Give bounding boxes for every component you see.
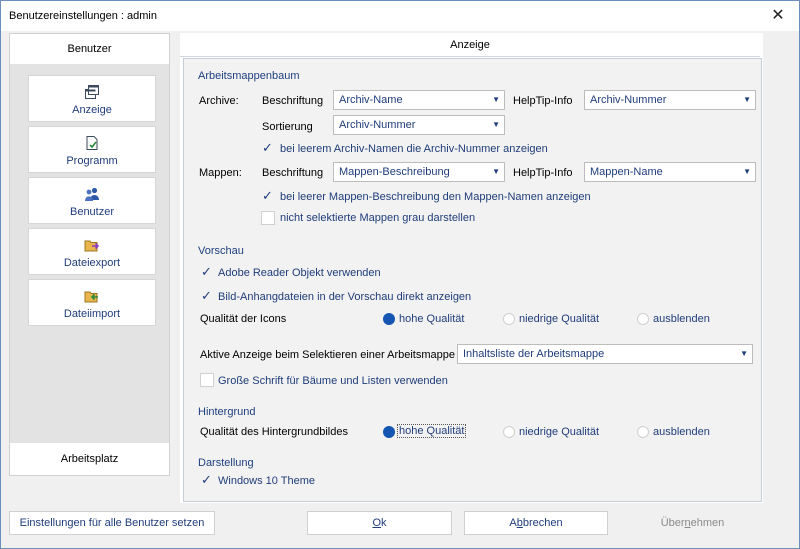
icons-quality-label: Qualität der Icons — [200, 313, 287, 325]
set-for-all-users-button[interactable]: Einstellungen für alle Benutzer setzen — [9, 511, 215, 535]
icons-hide-label[interactable]: ausblenden — [653, 313, 710, 325]
nav-item-dateiexport[interactable]: Dateiexport — [28, 228, 156, 275]
select-value: Inhaltsliste der Arbeitsmappe — [463, 348, 605, 360]
apply-button-text-post: ehmen — [690, 517, 725, 529]
nav-item-programm[interactable]: Programm — [28, 126, 156, 173]
hintergrund-quality-high-radio[interactable] — [383, 426, 395, 438]
select-value: Mappen-Beschreibung — [339, 166, 450, 178]
windows-icon — [85, 85, 99, 99]
chevron-down-icon: ▼ — [740, 349, 748, 358]
grosse-schrift-checkbox-label[interactable]: Große Schrift für Bäume und Listen verwe… — [218, 375, 448, 387]
nav-item-label: Anzeige — [72, 104, 112, 116]
archive-beschriftung-select[interactable]: Archiv-Name ▼ — [333, 90, 505, 110]
cancel-button-text-pre: A — [509, 517, 517, 529]
aktive-anzeige-label: Aktive Anzeige beim Selektieren einer Ar… — [200, 349, 455, 361]
apply-button-text-pre: Über — [660, 517, 685, 529]
select-value: Archiv-Nummer — [590, 94, 667, 106]
archiv-nummer-checkbox-label[interactable]: bei leerem Archiv-Namen die Archiv-Numme… — [280, 143, 548, 155]
checkmark-icon: ✓ — [262, 140, 273, 155]
checkmark-icon: ✓ — [201, 264, 212, 279]
section-heading-arbeitsmappenbaum: Arbeitsmappenbaum — [198, 70, 300, 82]
chevron-down-icon: ▼ — [492, 167, 500, 176]
users-icon — [85, 187, 99, 201]
close-icon: ✕ — [771, 7, 785, 24]
chevron-down-icon: ▼ — [743, 95, 751, 104]
grosse-schrift-checkbox[interactable] — [200, 373, 214, 387]
chevron-down-icon: ▼ — [492, 95, 500, 104]
title-bar: Benutzereinstellungen : admin ✕ — [1, 1, 799, 31]
archive-label: Archive: — [199, 95, 239, 107]
document-check-icon — [86, 136, 98, 150]
bild-anhang-checkbox-label[interactable]: Bild-Anhangdateien in der Vorschau direk… — [218, 291, 471, 303]
icons-hide-radio[interactable] — [637, 313, 649, 325]
grau-darstellen-checkbox[interactable] — [261, 211, 275, 225]
nav-footer-arbeitsplatz[interactable]: Arbeitsplatz — [10, 443, 169, 475]
close-button[interactable]: ✕ — [763, 3, 793, 29]
nav-header-benutzer[interactable]: Benutzer — [10, 34, 169, 64]
chevron-down-icon: ▼ — [743, 167, 751, 176]
cancel-button[interactable]: Abbrechen — [464, 511, 608, 535]
select-value: Archiv-Nummer — [339, 119, 416, 131]
section-heading-hintergrund: Hintergrund — [198, 406, 256, 418]
nav-item-anzeige[interactable]: Anzeige — [28, 75, 156, 122]
archive-beschriftung-label: Beschriftung — [262, 95, 324, 107]
select-value: Archiv-Name — [339, 94, 403, 106]
ok-button-text-post: k — [381, 517, 387, 529]
mappen-namen-checkbox[interactable]: ✓ — [261, 188, 275, 204]
folder-import-icon — [84, 291, 98, 303]
grau-darstellen-checkbox-label[interactable]: nicht selektierte Mappen grau darstellen — [280, 212, 475, 224]
adobe-reader-checkbox[interactable]: ✓ — [200, 264, 214, 280]
window-title: Benutzereinstellungen : admin — [9, 10, 157, 22]
checkmark-icon: ✓ — [262, 188, 273, 203]
hintergrund-hide-label[interactable]: ausblenden — [653, 426, 710, 438]
mappen-label: Mappen: — [199, 167, 242, 179]
windows-theme-checkbox-label[interactable]: Windows 10 Theme — [218, 475, 315, 487]
mappen-namen-checkbox-label[interactable]: bei leerer Mappen-Beschreibung den Mappe… — [280, 191, 591, 203]
hintergrund-quality-label: Qualität des Hintergrundbildes — [200, 426, 348, 438]
hintergrund-hide-radio[interactable] — [637, 426, 649, 438]
nav-item-dateiimport[interactable]: Dateiimport — [28, 279, 156, 326]
icons-quality-high-label[interactable]: hohe Qualität — [399, 313, 464, 325]
hintergrund-quality-low-label[interactable]: niedrige Qualität — [519, 426, 599, 438]
windows-theme-checkbox[interactable]: ✓ — [200, 472, 214, 488]
ok-button-accesskey: O — [372, 517, 382, 529]
checkmark-icon: ✓ — [201, 288, 212, 303]
checkmark-icon: ✓ — [201, 472, 212, 487]
mappen-helptip-select[interactable]: Mappen-Name ▼ — [584, 162, 756, 182]
ok-button[interactable]: Ok — [307, 511, 452, 535]
settings-nav: Benutzer Anzeige Programm Benutzer Datei… — [9, 33, 170, 476]
hintergrund-quality-high-label[interactable]: hohe Qualität — [396, 424, 467, 438]
nav-item-label: Programm — [66, 155, 118, 167]
section-heading-vorschau: Vorschau — [198, 245, 244, 257]
bild-anhang-checkbox[interactable]: ✓ — [200, 288, 214, 304]
apply-button[interactable]: Übernehmen — [620, 511, 765, 535]
tab-anzeige[interactable]: Anzeige — [180, 33, 760, 57]
sortierung-select[interactable]: Archiv-Nummer ▼ — [333, 115, 505, 135]
select-value: Mappen-Name — [590, 166, 663, 178]
nav-item-label: Dateiexport — [63, 257, 121, 269]
sortierung-label: Sortierung — [262, 121, 313, 133]
icons-quality-low-radio[interactable] — [503, 313, 515, 325]
nav-item-label: Dateiimport — [63, 308, 121, 320]
archive-helptip-select[interactable]: Archiv-Nummer ▼ — [584, 90, 756, 110]
folder-export-icon — [84, 240, 100, 252]
icons-quality-low-label[interactable]: niedrige Qualität — [519, 313, 599, 325]
chevron-down-icon: ▼ — [492, 120, 500, 129]
mappen-helptip-label: HelpTip-Info — [513, 167, 573, 179]
nav-item-label: Benutzer — [69, 206, 115, 218]
section-heading-darstellung: Darstellung — [198, 457, 254, 469]
adobe-reader-checkbox-label[interactable]: Adobe Reader Objekt verwenden — [218, 267, 381, 279]
nav-item-benutzer[interactable]: Benutzer — [28, 177, 156, 224]
hintergrund-quality-low-radio[interactable] — [503, 426, 515, 438]
cancel-button-text-post: brechen — [522, 517, 563, 529]
mappen-beschriftung-select[interactable]: Mappen-Beschreibung ▼ — [333, 162, 505, 182]
archiv-nummer-checkbox[interactable]: ✓ — [261, 140, 275, 156]
mappen-beschriftung-label: Beschriftung — [262, 167, 324, 179]
aktive-anzeige-select[interactable]: Inhaltsliste der Arbeitsmappe ▼ — [457, 344, 753, 364]
archive-helptip-label: HelpTip-Info — [513, 95, 573, 107]
icons-quality-high-radio[interactable] — [383, 313, 395, 325]
